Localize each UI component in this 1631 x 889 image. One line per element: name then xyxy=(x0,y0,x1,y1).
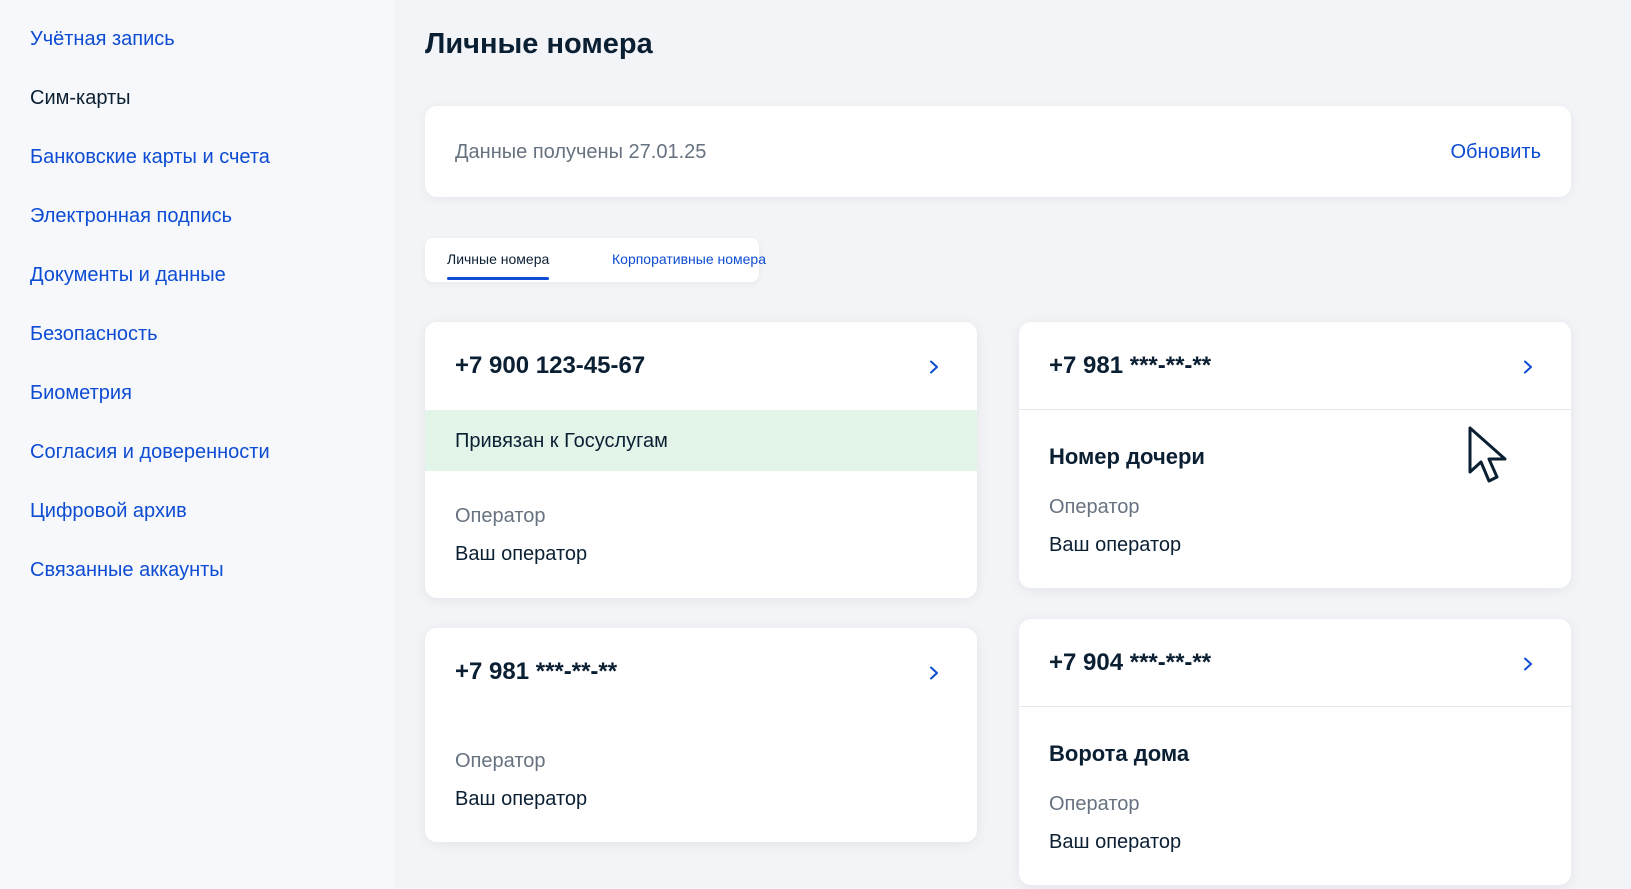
mouse-cursor-icon xyxy=(1468,426,1507,483)
card-header: +7 981 ***-**-** xyxy=(1019,322,1571,410)
chevron-right-icon[interactable] xyxy=(929,666,939,680)
sidebar-item-consents[interactable]: Согласия и доверенности xyxy=(30,441,270,464)
page-title: Личные номера xyxy=(425,28,653,60)
operator-label: Оператор xyxy=(1049,793,1140,815)
phone-number: +7 904 ***-**-** xyxy=(1049,649,1212,676)
number-nickname: Номер дочери xyxy=(1049,444,1205,469)
linked-status-text: Привязан к Госуслугам xyxy=(455,430,668,452)
chevron-right-icon[interactable] xyxy=(929,360,939,374)
tab-active-indicator xyxy=(447,277,550,280)
operator-label: Оператор xyxy=(1049,496,1140,518)
phone-number: +7 981 ***-**-** xyxy=(455,658,618,685)
chevron-right-icon[interactable] xyxy=(1523,360,1533,374)
sidebar-item-sim-cards[interactable]: Сим-карты xyxy=(30,87,131,110)
operator-label: Оператор xyxy=(455,505,546,527)
sidebar-item-bank-cards[interactable]: Банковские карты и счета xyxy=(30,146,270,169)
number-nickname: Ворота дома xyxy=(1049,741,1190,766)
sidebar-nav: Учётная запись Сим-карты Банковские карт… xyxy=(0,0,395,889)
sidebar-item-documents[interactable]: Документы и данные xyxy=(30,264,226,287)
sidebar-item-biometrics[interactable]: Биометрия xyxy=(30,382,132,405)
tab-personal-numbers[interactable]: Личные номера xyxy=(447,251,550,280)
operator-value: Ваш оператор xyxy=(455,788,588,810)
sidebar-item-linked-accounts[interactable]: Связанные аккаунты xyxy=(30,559,224,582)
number-type-tabs: Личные номера Корпоративные номера xyxy=(425,238,766,282)
sidebar-item-digital-archive[interactable]: Цифровой архив xyxy=(30,500,187,523)
chevron-right-icon[interactable] xyxy=(1523,657,1533,671)
sim-card-item[interactable]: +7 900 123-45-67 Привязан к Госуслугам О… xyxy=(425,322,977,598)
tab-personal-numbers-label: Личные номера xyxy=(447,251,550,267)
data-info-card: Данные получены 27.01.25 Обновить xyxy=(425,106,1571,197)
data-received-text: Данные получены 27.01.25 xyxy=(455,141,707,163)
sim-card-item[interactable]: +7 981 ***-**-** Оператор Ваш оператор xyxy=(425,628,977,842)
card-header: +7 981 ***-**-** xyxy=(425,628,977,716)
linked-status-banner: Привязан к Госуслугам xyxy=(425,410,977,471)
sidebar-item-e-signature[interactable]: Электронная подпись xyxy=(30,205,232,228)
operator-value: Ваш оператор xyxy=(1049,534,1182,556)
refresh-button[interactable]: Обновить xyxy=(1450,141,1541,164)
operator-value: Ваш оператор xyxy=(455,543,588,565)
sidebar-item-security[interactable]: Безопасность xyxy=(30,323,158,346)
sidebar-item-account[interactable]: Учётная запись xyxy=(30,28,175,51)
tab-corporate-numbers[interactable]: Корпоративные номера xyxy=(612,251,766,267)
operator-label: Оператор xyxy=(455,750,546,772)
phone-number: +7 900 123-45-67 xyxy=(455,352,646,379)
card-header: +7 904 ***-**-** xyxy=(1019,619,1571,707)
main-content: Личные номера Данные получены 27.01.25 О… xyxy=(395,0,1631,889)
card-header: +7 900 123-45-67 xyxy=(425,322,977,410)
sim-card-item[interactable]: +7 904 ***-**-** Ворота дома Оператор Ва… xyxy=(1019,619,1571,885)
operator-value: Ваш оператор xyxy=(1049,831,1182,853)
phone-number: +7 981 ***-**-** xyxy=(1049,352,1212,379)
